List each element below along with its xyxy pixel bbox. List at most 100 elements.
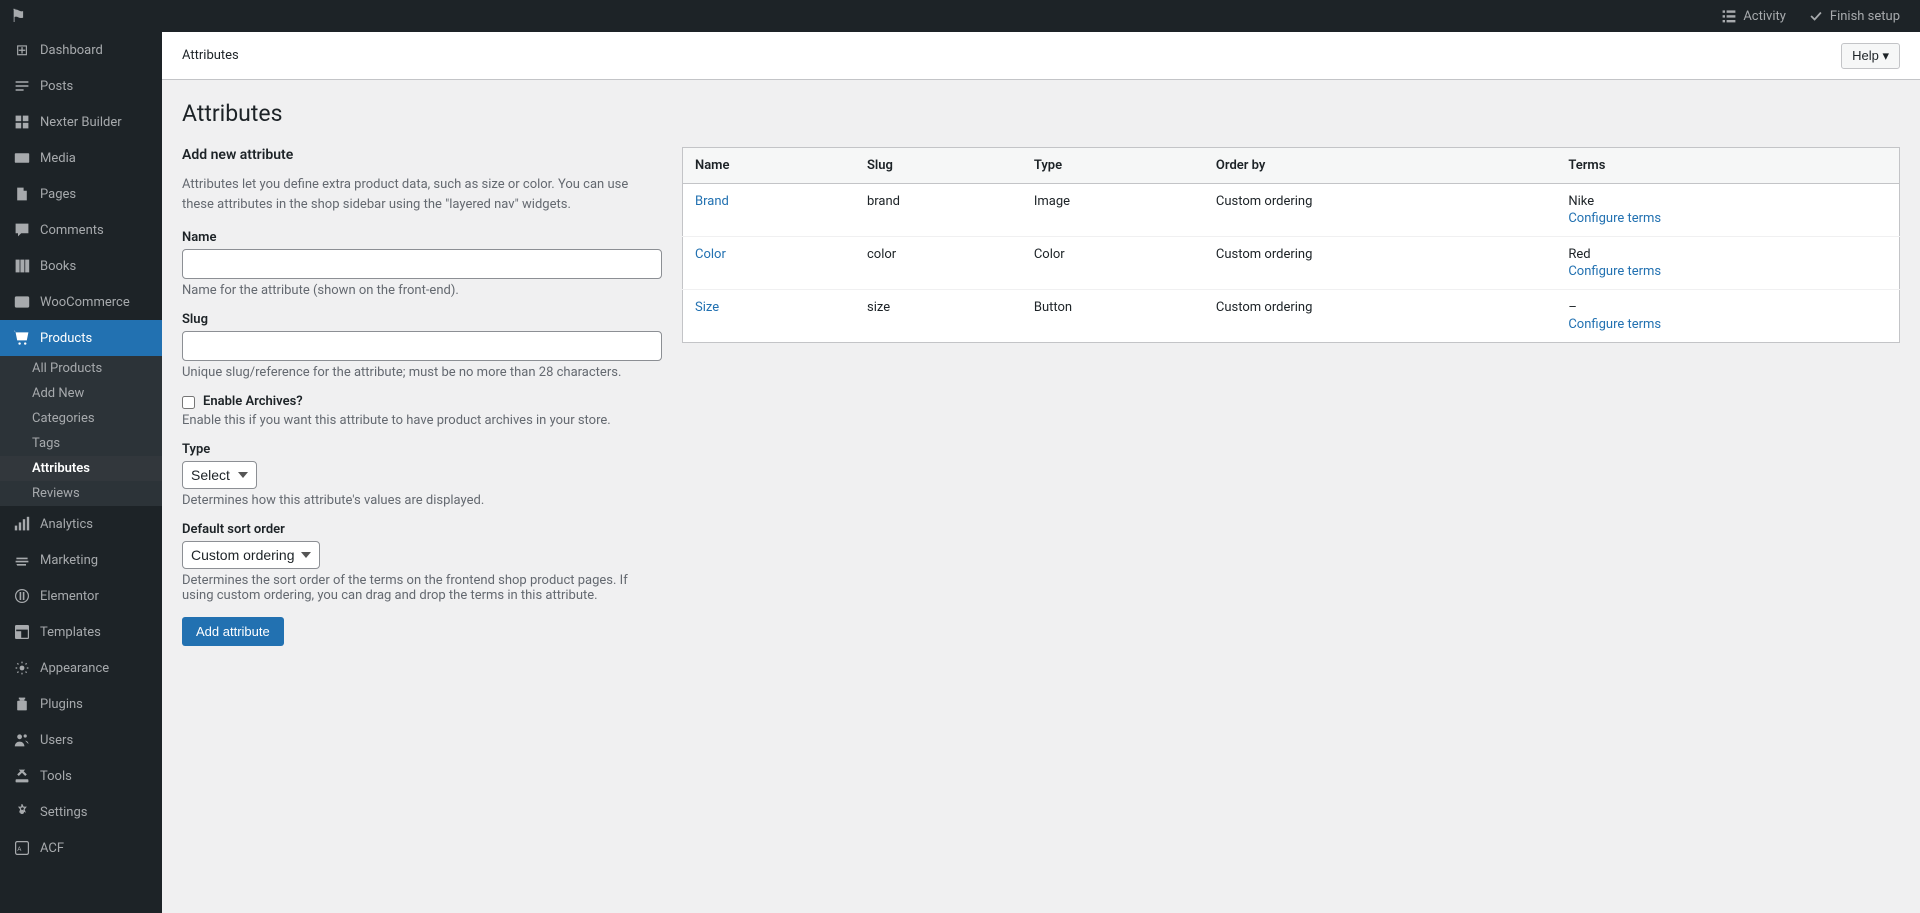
sidebar-label-dashboard: Dashboard [40,43,103,58]
attr-name-link-2[interactable]: Size [695,300,719,315]
sidebar-item-marketing[interactable]: Marketing [0,542,162,578]
sidebar-label-woocommerce: WooCommerce [40,295,130,310]
sidebar-item-elementor[interactable]: Elementor [0,578,162,614]
page-title: Attributes [182,100,1900,127]
sidebar-item-products[interactable]: Products [0,320,162,356]
sidebar-item-posts[interactable]: Posts [0,68,162,104]
sidebar-item-comments[interactable]: Comments [0,212,162,248]
name-label: Name [182,230,662,245]
sidebar-label-nexter-builder: Nexter Builder [40,115,122,130]
sidebar-label-users: Users [40,733,73,748]
sidebar-label-products: Products [40,331,92,346]
tools-icon [12,766,32,786]
slug-input[interactable] [182,331,662,361]
cell-terms-1: Red Configure terms [1556,237,1899,290]
two-column-layout: Add new attribute Attributes let you def… [182,147,1900,646]
configure-terms-link-2[interactable]: Configure terms [1568,317,1887,332]
cell-name-0: Brand [683,184,855,237]
cell-order-by-0: Custom ordering [1204,184,1556,237]
submenu-item-tags[interactable]: Tags [0,431,162,456]
sidebar-item-dashboard[interactable]: ⊞ Dashboard [0,32,162,68]
sidebar-item-analytics[interactable]: Analytics [0,506,162,542]
sort-order-hint: Determines the sort order of the terms o… [182,573,662,603]
table-row: Size size Button Custom ordering – Confi… [683,290,1900,343]
col-type: Type [1022,148,1204,184]
sidebar-label-comments: Comments [40,223,104,238]
page-header: Attributes Help ▾ [162,32,1920,80]
configure-terms-link-1[interactable]: Configure terms [1568,264,1887,279]
submenu-item-all-products[interactable]: All Products [0,356,162,381]
enable-archives-checkbox[interactable] [182,396,195,409]
users-icon [12,730,32,750]
help-button[interactable]: Help ▾ [1841,43,1900,69]
sidebar-label-acf: ACF [40,841,64,856]
comments-icon [12,220,32,240]
elementor-icon [12,586,32,606]
sidebar-item-tools[interactable]: Tools [0,758,162,794]
sidebar-label-settings: Settings [40,805,87,820]
books-icon [12,256,32,276]
sidebar-item-plugins[interactable]: Plugins [0,686,162,722]
sidebar-label-appearance: Appearance [40,661,109,676]
media-icon [12,148,32,168]
table-row: Color color Color Custom ordering Red Co… [683,237,1900,290]
sidebar-item-books[interactable]: Books [0,248,162,284]
slug-hint: Unique slug/reference for the attribute;… [182,365,662,380]
activity-button[interactable]: Activity [1711,0,1794,32]
submenu-item-add-new[interactable]: Add New [0,381,162,406]
finish-setup-icon [1806,6,1826,26]
enable-archives-label[interactable]: Enable Archives? [203,394,303,409]
cell-order-by-2: Custom ordering [1204,290,1556,343]
sidebar: ⊞ Dashboard Posts Nexter Builder Media [0,32,162,913]
submenu-item-categories[interactable]: Categories [0,406,162,431]
slug-label: Slug [182,312,662,327]
woocommerce-icon [12,292,32,312]
marketing-icon [12,550,32,570]
type-select[interactable]: Select Text Color Image Button [182,461,257,489]
sidebar-item-users[interactable]: Users [0,722,162,758]
main-content: Attributes Help ▾ Attributes Add new att… [162,32,1920,913]
attr-name-link-1[interactable]: Color [695,247,726,262]
submenu-label-add-new: Add New [32,386,84,401]
sidebar-item-templates[interactable]: Templates [0,614,162,650]
adminbar-left: ⚑ [0,0,36,32]
table-head: Name Slug Type Order by Terms [683,148,1900,184]
col-name: Name [683,148,855,184]
cell-name-2: Size [683,290,855,343]
finish-setup-label: Finish setup [1830,9,1900,24]
sidebar-item-pages[interactable]: Pages [0,176,162,212]
sidebar-item-woocommerce[interactable]: WooCommerce [0,284,162,320]
sidebar-item-acf[interactable]: A ACF [0,830,162,866]
cell-slug-1: color [855,237,1022,290]
sidebar-item-media[interactable]: Media [0,140,162,176]
svg-text:A: A [17,845,22,853]
type-label: Type [182,442,662,457]
add-attribute-button[interactable]: Add attribute [182,617,284,646]
finish-setup-button[interactable]: Finish setup [1798,0,1908,32]
attr-name-link-0[interactable]: Brand [695,194,729,209]
sort-order-select[interactable]: Custom ordering Name Name (numeric) Term… [182,541,320,569]
type-hint: Determines how this attribute's values a… [182,493,662,508]
sidebar-item-settings[interactable]: Settings [0,794,162,830]
sidebar-label-posts: Posts [40,79,73,94]
col-slug: Slug [855,148,1022,184]
content-area: Attributes Add new attribute Attributes … [162,80,1920,666]
sidebar-item-nexter-builder[interactable]: Nexter Builder [0,104,162,140]
appearance-icon [12,658,32,678]
breadcrumb: Attributes [182,48,239,63]
table-row: Brand brand Image Custom ordering Nike C… [683,184,1900,237]
adminbar-right: Activity Finish setup [1711,0,1908,32]
activity-icon [1719,6,1739,26]
name-input[interactable] [182,249,662,279]
configure-terms-link-0[interactable]: Configure terms [1568,211,1887,226]
form-section-title: Add new attribute [182,147,662,163]
sidebar-label-plugins: Plugins [40,697,83,712]
submenu-item-attributes[interactable]: Attributes [0,456,162,481]
sidebar-item-appearance[interactable]: Appearance [0,650,162,686]
plugins-icon [12,694,32,714]
table-column: Name Slug Type Order by Terms Brand bra [682,147,1900,343]
submenu-item-reviews[interactable]: Reviews [0,481,162,506]
help-label: Help ▾ [1852,48,1889,64]
nexter-builder-icon [12,112,32,132]
col-terms: Terms [1556,148,1899,184]
